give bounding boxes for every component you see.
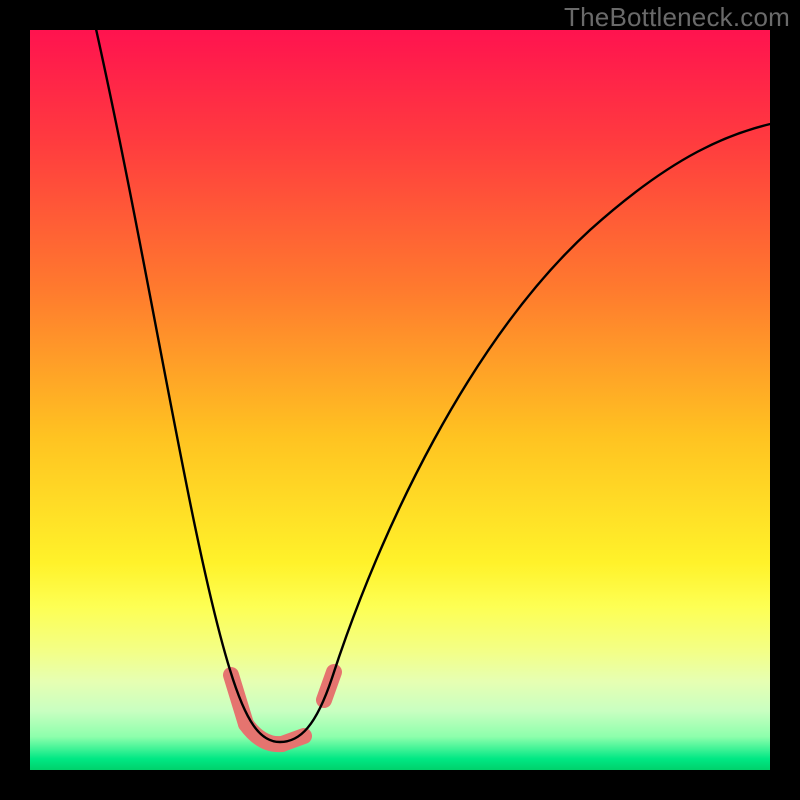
bottleneck-curve [94, 30, 770, 742]
marker-group [231, 672, 334, 744]
watermark-text: TheBottleneck.com [564, 2, 790, 33]
chart-frame [30, 30, 770, 770]
chart-curve-layer [30, 30, 770, 770]
